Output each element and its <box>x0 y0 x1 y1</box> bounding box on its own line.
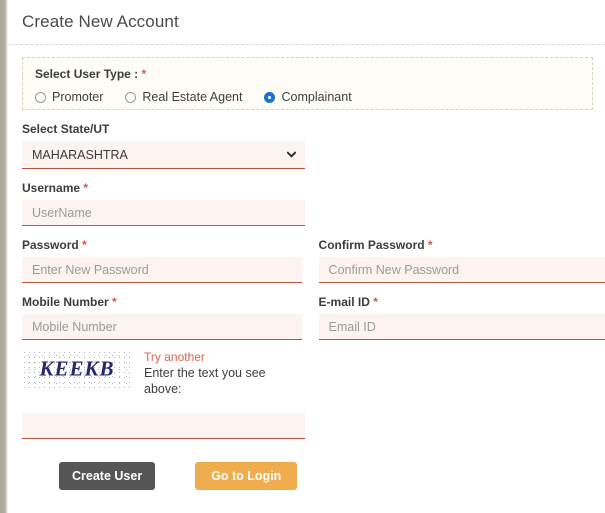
username-input[interactable] <box>22 200 305 226</box>
captcha-side: Try another Enter the text you see above… <box>144 350 289 397</box>
captcha-input[interactable] <box>22 413 305 439</box>
email-required-marker: * <box>373 295 378 309</box>
user-type-label: Select User Type : * <box>35 67 580 81</box>
radio-option-real-estate-agent[interactable]: Real Estate Agent <box>125 90 242 104</box>
user-type-required-marker: * <box>141 67 147 81</box>
radio-icon-real-estate-agent[interactable] <box>125 91 137 103</box>
username-required-marker: * <box>83 181 89 195</box>
username-label: Username * <box>22 181 305 195</box>
go-to-login-button[interactable]: Go to Login <box>195 462 298 490</box>
field-group-username: Username * <box>22 181 305 226</box>
form-actions: Create User Go to Login <box>59 462 605 490</box>
state-label: Select State/UT <box>22 122 305 136</box>
radio-label-real-estate-agent: Real Estate Agent <box>142 90 243 104</box>
mobile-input[interactable] <box>22 314 302 340</box>
field-group-confirm-password: Confirm Password * <box>318 238 605 283</box>
email-label-text: E-mail ID <box>318 295 370 309</box>
create-account-page: Create New Account Select User Type : * … <box>0 0 605 513</box>
captcha-image: KEEKB <box>22 350 132 388</box>
state-select[interactable]: MAHARASHTRA <box>22 141 305 169</box>
mobile-label-text: Mobile Number <box>22 295 109 309</box>
captcha-image-text: KEEKB <box>39 356 115 381</box>
password-input[interactable] <box>22 257 302 283</box>
radio-option-promoter[interactable]: Promoter <box>35 90 103 104</box>
confirm-password-label: Confirm Password * <box>319 238 605 252</box>
page-title: Create New Account <box>22 12 179 31</box>
state-label-text: Select State/UT <box>22 122 110 136</box>
field-group-email: E-mail ID * <box>318 295 605 340</box>
try-another-link[interactable]: Try another <box>144 350 289 364</box>
confirm-password-label-text: Confirm Password <box>318 238 425 252</box>
captcha-hint-text: Enter the text you see above: <box>144 366 266 396</box>
radio-label-promoter: Promoter <box>52 90 104 104</box>
captcha-input-wrapper <box>22 413 305 439</box>
password-label: Password * <box>22 238 302 252</box>
mobile-required-marker: * <box>112 295 117 309</box>
user-type-radio-group: Promoter Real Estate Agent Complainant <box>35 90 580 104</box>
confirm-password-input[interactable] <box>318 257 605 283</box>
user-type-section: Select User Type : * Promoter Real Estat… <box>22 57 593 110</box>
title-divider <box>10 44 605 45</box>
field-group-password: Password * <box>22 238 302 283</box>
radio-option-complainant[interactable]: Complainant <box>264 90 352 104</box>
password-required-marker: * <box>82 238 87 252</box>
page-gutter-strip <box>0 0 8 513</box>
confirm-password-required-marker: * <box>427 238 433 252</box>
radio-label-complainant: Complainant <box>281 90 352 104</box>
radio-icon-complainant[interactable] <box>264 91 276 103</box>
radio-icon-promoter[interactable] <box>35 91 46 103</box>
mobile-label: Mobile Number * <box>22 295 302 309</box>
password-row: Password * Confirm Password * <box>10 226 605 283</box>
captcha-section: KEEKB Try another Enter the text you see… <box>22 350 605 397</box>
field-group-state: Select State/UT MAHARASHTRA <box>22 122 305 169</box>
email-label: E-mail ID * <box>319 295 605 309</box>
field-group-mobile: Mobile Number * <box>22 295 302 340</box>
contact-row: Mobile Number * E-mail ID * <box>10 283 605 340</box>
password-label-text: Password <box>22 238 79 252</box>
create-user-button[interactable]: Create User <box>59 462 156 490</box>
user-type-label-text: Select User Type : <box>35 67 139 81</box>
email-input[interactable] <box>318 314 605 340</box>
form-content: Create New Account Select User Type : * … <box>10 0 605 513</box>
state-select-wrapper: MAHARASHTRA <box>22 141 305 169</box>
username-label-text: Username <box>22 181 81 195</box>
